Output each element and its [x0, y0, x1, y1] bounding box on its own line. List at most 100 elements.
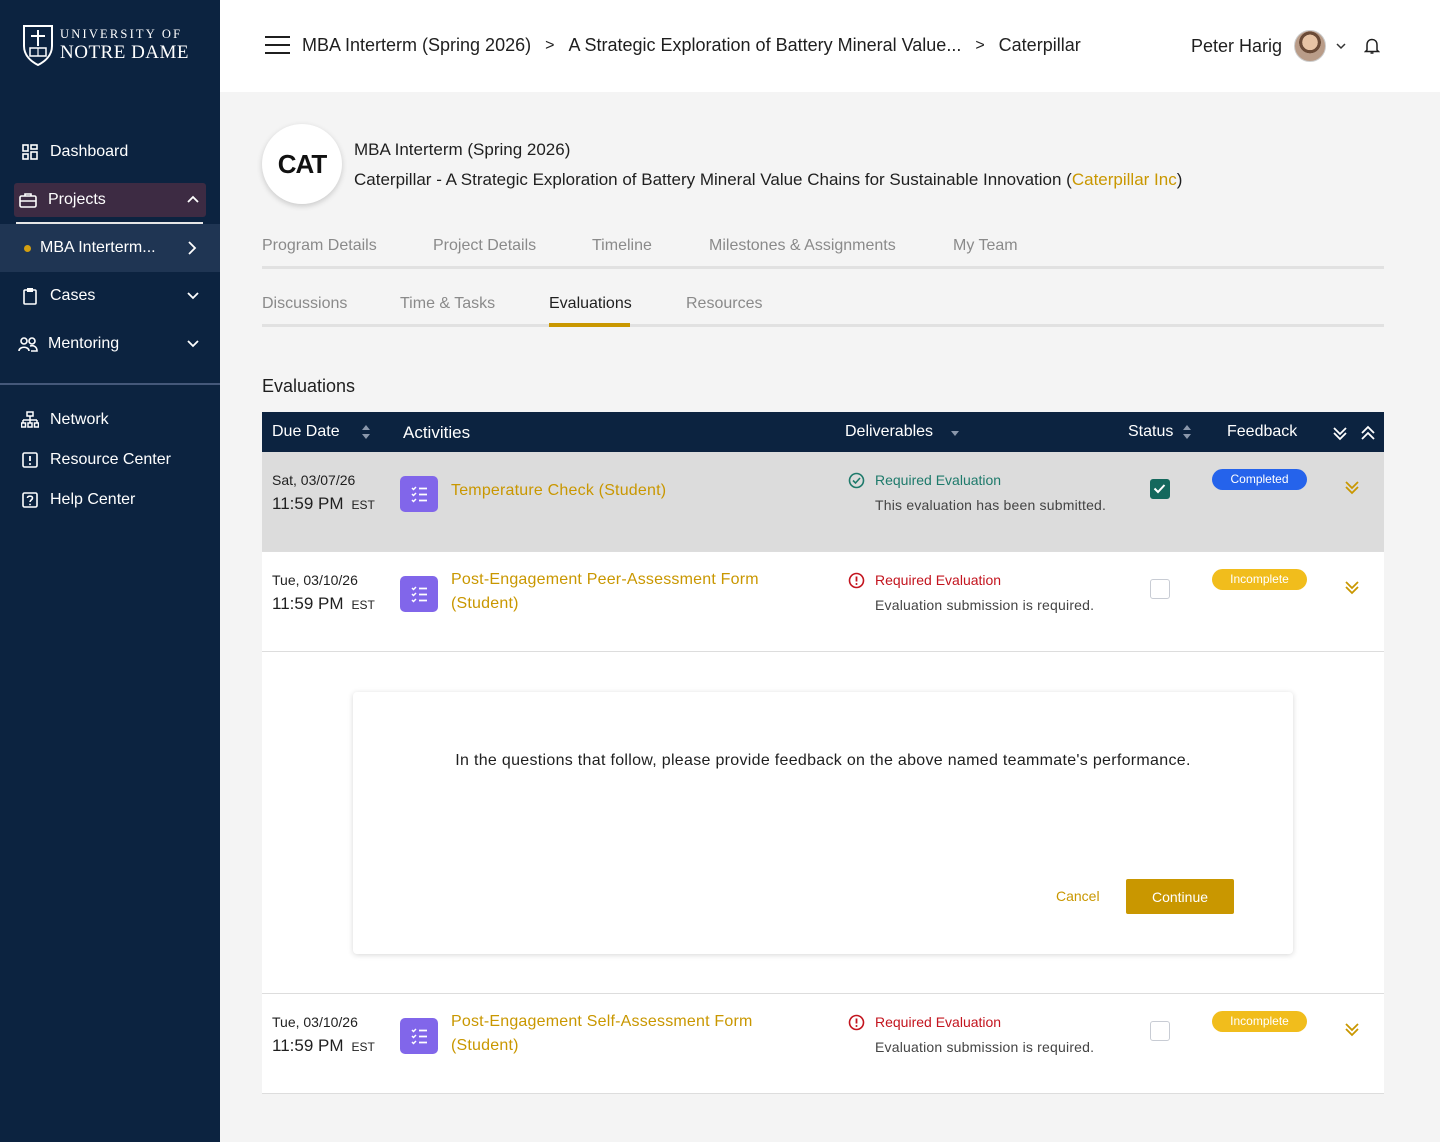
due-time: 11:59 PM EST: [272, 1036, 375, 1055]
sidebar-item-label: Resource Center: [50, 451, 171, 468]
breadcrumb-current: Caterpillar: [998, 35, 1081, 55]
hamburger-menu-icon[interactable]: [265, 36, 290, 56]
column-deliverables[interactable]: Deliverables: [845, 423, 933, 441]
tab-timeline[interactable]: Timeline: [592, 237, 652, 255]
sidebar-item-label: Mentoring: [48, 335, 120, 352]
due-date: Tue, 03/10/26: [272, 1014, 358, 1030]
sidebar-subitem-label: MBA Interterm...: [40, 239, 156, 256]
chevron-down-icon: [187, 340, 199, 348]
client-link[interactable]: Caterpillar Inc: [1072, 170, 1177, 189]
expand-all-icon[interactable]: [1332, 425, 1348, 441]
expand-row-icon[interactable]: [1344, 479, 1360, 495]
checklist-icon: [400, 1018, 438, 1054]
users-icon: [18, 334, 38, 354]
activity-link[interactable]: Post-Engagement Peer-Assessment Form (St…: [451, 568, 791, 616]
sidebar: UNIVERSITY OF NOTRE DAME Dashboard Proje…: [0, 0, 220, 1142]
sort-icon[interactable]: [361, 423, 371, 441]
table-row: Sat, 03/07/26 11:59 PM EST Temperature Ch…: [262, 452, 1384, 552]
checklist-icon: [400, 476, 438, 512]
due-time: 11:59 PM EST: [272, 494, 375, 513]
row-expanded-panel: In the questions that follow, please pro…: [262, 652, 1384, 994]
due-date: Tue, 03/10/26: [272, 572, 358, 588]
cancel-button[interactable]: Cancel: [1056, 888, 1100, 904]
alert-circle-icon: [848, 572, 865, 589]
activity-link[interactable]: Post-Engagement Self-Assessment Form (St…: [451, 1010, 791, 1058]
top-header: MBA Interterm (Spring 2026) > A Strategi…: [220, 0, 1440, 92]
program-title: MBA Interterm (Spring 2026): [354, 140, 571, 159]
table-row: Tue, 03/10/26 11:59 PM EST Post-Engagemen…: [262, 994, 1384, 1094]
intro-message: In the questions that follow, please pro…: [455, 752, 1191, 769]
alert-circle-icon: [848, 1014, 865, 1031]
chevron-down-icon: [187, 292, 199, 300]
checklist-icon: [400, 576, 438, 612]
cat-logo-text: CAT: [277, 148, 328, 179]
deliverable-status-text: This evaluation has been submitted.: [875, 497, 1107, 513]
status-badge: Completed: [1212, 469, 1307, 490]
sidebar-divider: [0, 383, 220, 385]
column-activities: Activities: [403, 423, 471, 442]
tab-my-team[interactable]: My Team: [953, 237, 1018, 255]
tabs-row-secondary: Discussions Time & Tasks Evaluations Res…: [262, 295, 1384, 327]
deliverable-title: Required Evaluation: [875, 472, 1002, 488]
tab-program-details[interactable]: Program Details: [262, 237, 377, 255]
active-dot-icon: [24, 245, 31, 252]
sidebar-item-label: Network: [50, 411, 109, 428]
due-time: 11:59 PM EST: [272, 594, 375, 613]
column-status[interactable]: Status: [1128, 423, 1173, 441]
deliverable-status-text: Evaluation submission is required.: [875, 1039, 1095, 1055]
due-date: Sat, 03/07/26: [272, 472, 356, 488]
continue-button[interactable]: Continue: [1126, 879, 1234, 914]
bell-icon[interactable]: [1364, 37, 1380, 55]
avatar: [1294, 30, 1326, 62]
user-name: Peter Harig: [1190, 35, 1282, 56]
alert-square-icon: [20, 450, 40, 470]
sidebar-item-projects[interactable]: Projects: [0, 176, 220, 224]
chevron-right-icon: [188, 241, 197, 255]
sidebar-item-label: Help Center: [50, 491, 136, 508]
clipboard-icon: [20, 286, 40, 306]
status-checkbox[interactable]: [1150, 1021, 1170, 1041]
column-due-date[interactable]: Due Date: [272, 423, 340, 441]
chevron-up-icon: [187, 195, 199, 203]
shield-crest-icon: [23, 25, 53, 66]
tab-resources[interactable]: Resources: [686, 295, 762, 313]
company-logo: CAT: [262, 124, 342, 204]
collapse-all-icon[interactable]: [1360, 425, 1376, 441]
sidebar-item-dashboard[interactable]: Dashboard: [0, 128, 220, 176]
status-badge: Incomplete: [1212, 569, 1307, 590]
expand-row-icon[interactable]: [1344, 1021, 1360, 1037]
evaluations-table-header: Due Date Activities Deliverables Status …: [262, 412, 1384, 452]
notre-dame-logo[interactable]: UNIVERSITY OF NOTRE DAME: [22, 24, 189, 66]
expand-row-icon[interactable]: [1344, 579, 1360, 595]
dashboard-grid-icon: [20, 142, 40, 162]
section-title: Evaluations: [262, 376, 356, 396]
sidebar-item-help-center[interactable]: Help Center: [0, 476, 220, 524]
sidebar-item-label: Dashboard: [50, 143, 129, 160]
user-menu[interactable]: Peter Harig: [1191, 30, 1346, 62]
network-icon: [20, 410, 40, 430]
logo-line-1: UNIVERSITY OF: [60, 27, 183, 42]
tabs-row-primary: Program Details Project Details Timeline…: [262, 237, 1384, 269]
evaluation-intro-card: In the questions that follow, please pro…: [353, 692, 1293, 954]
tab-time-tasks[interactable]: Time & Tasks: [400, 295, 495, 313]
tab-project-details[interactable]: Project Details: [433, 237, 536, 255]
tab-evaluations[interactable]: Evaluations: [549, 295, 632, 313]
sidebar-item-mentoring[interactable]: Mentoring: [0, 320, 220, 368]
logo-line-2: NOTRE DAME: [60, 41, 190, 63]
sidebar-item-cases[interactable]: Cases: [0, 272, 220, 320]
deliverable-title: Required Evaluation: [875, 1014, 1002, 1030]
status-checkbox[interactable]: [1150, 479, 1170, 499]
breadcrumb-project[interactable]: A Strategic Exploration of Battery Miner…: [568, 35, 961, 56]
tab-discussions[interactable]: Discussions: [262, 295, 347, 313]
sidebar-item-label: Cases: [50, 287, 96, 304]
caret-down-icon[interactable]: [950, 423, 960, 441]
chevron-down-icon: [1336, 43, 1346, 50]
status-checkbox[interactable]: [1150, 579, 1170, 599]
sort-icon[interactable]: [1182, 423, 1192, 441]
project-title: Caterpillar - A Strategic Exploration of…: [354, 170, 1183, 189]
chevron-right-icon: >: [975, 36, 985, 54]
sidebar-subitem-mba-interterm[interactable]: MBA Interterm...: [0, 224, 220, 272]
breadcrumb-program[interactable]: MBA Interterm (Spring 2026): [302, 35, 531, 56]
activity-link[interactable]: Temperature Check (Student): [451, 479, 791, 503]
tab-milestones[interactable]: Milestones & Assignments: [709, 237, 896, 255]
